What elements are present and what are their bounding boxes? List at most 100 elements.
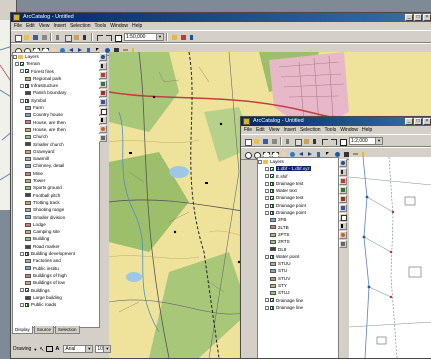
toc-legend-item[interactable]: Buildings of low — [13, 279, 99, 286]
toc-layer[interactable]: - 1.dbf - 1.dbf.xyz — [258, 165, 338, 172]
toc-legend-item[interactable]: 2PTS — [258, 231, 338, 238]
cut-button[interactable] — [54, 33, 62, 41]
collapse-icon[interactable]: - — [265, 298, 269, 303]
front-map-view[interactable] — [349, 157, 431, 358]
chevron-down-icon[interactable]: ▼ — [375, 137, 382, 144]
copy-button[interactable] — [293, 137, 302, 146]
layer-visibility-checkbox[interactable] — [270, 196, 274, 201]
symbol-button[interactable] — [99, 125, 107, 133]
toc-legend-item[interactable]: Lodge — [13, 221, 99, 228]
tab-display[interactable]: Display — [12, 326, 33, 334]
drawing-menu[interactable]: Drawing — [13, 346, 31, 352]
report-button[interactable] — [339, 240, 347, 248]
maximize-button[interactable]: □ — [414, 14, 422, 21]
delete-button[interactable] — [81, 33, 89, 41]
report-button[interactable] — [99, 134, 107, 142]
toc-legend-item[interactable]: STUV — [258, 275, 338, 282]
save-button[interactable] — [31, 33, 39, 41]
cut-button[interactable] — [284, 137, 292, 145]
toc-layer[interactable]: - Water point — [258, 253, 338, 260]
spatial-analyst-button[interactable] — [99, 89, 107, 97]
layer-visibility-checkbox[interactable] — [270, 305, 274, 310]
toc-legend-item[interactable]: Factories and — [13, 257, 99, 264]
background-table-of-contents[interactable]: - Layers - Terrain - Forest fires Regional pa… — [12, 52, 100, 328]
toc-legend-item[interactable]: House, are then — [13, 119, 99, 126]
tab-source[interactable]: Source — [33, 326, 55, 334]
menu-file[interactable]: File — [14, 22, 22, 30]
collapse-icon[interactable]: - — [20, 302, 24, 307]
collapse-icon[interactable]: - — [20, 251, 24, 256]
chevron-down-icon[interactable]: ▼ — [33, 347, 37, 352]
toc-legend-item[interactable]: Smaller church — [13, 141, 99, 148]
paste-button[interactable] — [72, 33, 80, 41]
collapse-icon[interactable]: - — [265, 254, 269, 259]
toc-legend-item[interactable]: Regional park — [13, 75, 99, 82]
menu-edit[interactable]: Edit — [26, 22, 35, 30]
collapse-icon[interactable]: - — [265, 203, 269, 208]
tab-selection[interactable]: Selection — [55, 326, 80, 334]
layer-visibility-checkbox[interactable] — [270, 203, 274, 208]
menu-tools[interactable]: Tools — [325, 126, 337, 134]
layer-visibility-checkbox[interactable] — [270, 254, 274, 259]
print-button[interactable] — [40, 33, 48, 41]
close-button[interactable]: × — [423, 14, 431, 21]
toc-legend-item[interactable]: Sawmill — [13, 155, 99, 162]
layout-zoom-in-button[interactable] — [99, 53, 107, 61]
layer-visibility-checkbox[interactable] — [20, 62, 24, 67]
toc-legend-item[interactable]: Graveyard — [13, 148, 99, 155]
georeferencing-button[interactable] — [99, 80, 107, 88]
toc-legend-item[interactable]: STU — [258, 267, 338, 274]
editor-pointer-button[interactable] — [339, 168, 347, 176]
layer-visibility-checkbox[interactable] — [270, 188, 274, 193]
toc-legend-item[interactable]: House, are then — [13, 126, 99, 133]
collapse-icon[interactable]: - — [20, 69, 24, 74]
menu-view[interactable]: View — [269, 126, 280, 134]
open-button[interactable] — [252, 137, 260, 145]
sketch-tool-button[interactable] — [99, 71, 107, 79]
toc-legend-item[interactable]: Mine — [13, 170, 99, 177]
toc-layer[interactable]: - Public roads — [13, 301, 99, 308]
spatial-analyst-button[interactable] — [339, 195, 347, 203]
toc-layer[interactable]: - Buildings — [13, 287, 99, 294]
symbol-button[interactable] — [339, 231, 347, 239]
front-window-titlebar[interactable]: ArcCatalog - Untitled _ □ × — [241, 117, 431, 126]
toc-legend-item[interactable]: Parish boundary — [13, 89, 99, 96]
menu-window[interactable]: Window — [340, 126, 358, 134]
collapse-icon[interactable]: - — [265, 181, 269, 186]
table-button[interactable] — [99, 107, 107, 115]
layer-visibility-checkbox[interactable] — [270, 174, 274, 179]
toc-layer[interactable]: - Water text — [258, 187, 338, 194]
menu-edit[interactable]: Edit — [256, 126, 265, 134]
layer-visibility-checkbox[interactable] — [270, 167, 274, 172]
toc-legend-item[interactable]: Buildings of high — [13, 272, 99, 279]
chevron-down-icon[interactable]: ▼ — [156, 33, 163, 40]
collapse-icon[interactable]: - — [265, 188, 269, 193]
toc-legend-item[interactable]: Camping site — [13, 228, 99, 235]
collapse-icon[interactable]: - — [20, 98, 24, 103]
toc-legend-item[interactable]: Public institu — [13, 265, 99, 272]
collapse-icon[interactable]: - — [20, 83, 24, 88]
toc-legend-item[interactable]: Chimney, detail — [13, 162, 99, 169]
label-button[interactable] — [339, 222, 347, 230]
toc-legend-item[interactable]: STUJ — [258, 289, 338, 296]
graph-button[interactable] — [99, 98, 107, 106]
menu-selection[interactable]: Selection — [300, 126, 321, 134]
layer-visibility-checkbox[interactable] — [25, 302, 29, 307]
toc-root[interactable]: - Layers — [258, 158, 338, 165]
toc-legend-item[interactable]: Building — [13, 235, 99, 242]
add-data-button[interactable] — [338, 137, 347, 146]
toc-legend-item[interactable]: 2FB — [258, 216, 338, 223]
undo-button[interactable] — [95, 33, 103, 41]
collapse-icon[interactable]: - — [265, 196, 269, 201]
layer-visibility-checkbox[interactable] — [25, 251, 29, 256]
map-scale-combo[interactable]: 1:50,000 ▼ — [124, 32, 164, 41]
toc-layer[interactable]: - Building development — [13, 250, 99, 257]
collapse-icon[interactable]: - — [15, 62, 19, 67]
menu-selection[interactable]: Selection — [70, 22, 91, 30]
toc-layer[interactable]: - Terrain — [13, 60, 99, 67]
toc-legend-item[interactable]: Football pitch — [13, 192, 99, 199]
whats-this-button[interactable] — [188, 33, 196, 41]
toc-layer[interactable]: - Infrastructure — [13, 82, 99, 89]
layer-visibility-checkbox[interactable] — [25, 83, 29, 88]
graph-button[interactable] — [339, 204, 347, 212]
